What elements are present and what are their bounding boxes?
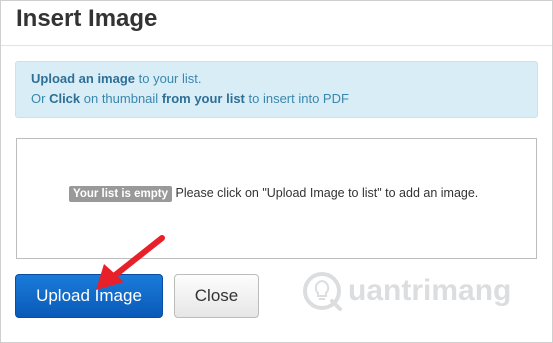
info-line-2-rest: to insert into PDF bbox=[244, 91, 349, 106]
close-button[interactable]: Close bbox=[174, 274, 259, 318]
info-line-2-prefix: Or bbox=[31, 91, 50, 106]
info-upload-link: Upload an image bbox=[31, 71, 136, 86]
dialog-title: Insert Image bbox=[16, 5, 158, 32]
info-line-1: Upload an image to your list. bbox=[31, 69, 522, 89]
info-click-text: Click bbox=[49, 91, 81, 106]
watermark-logo-icon bbox=[303, 272, 342, 311]
annotation-arrow-icon bbox=[96, 235, 165, 290]
dialog-header: Insert Image bbox=[1, 1, 552, 46]
info-from-list-text: from your list bbox=[161, 91, 245, 106]
watermark: uantrimang bbox=[300, 266, 530, 316]
info-alert: Upload an image to your list. Or Click o… bbox=[15, 61, 538, 118]
empty-list-badge: Your list is empty bbox=[69, 186, 173, 202]
info-line-1-text: to your list. bbox=[135, 71, 202, 86]
watermark-text: uantrimang bbox=[348, 274, 512, 307]
info-line-2-mid: on thumbnail bbox=[80, 91, 162, 106]
empty-list-text: Please click on "Upload Image to list" t… bbox=[172, 186, 479, 200]
empty-list-message: Your list is empty Please click on "Uplo… bbox=[69, 185, 478, 202]
info-line-2: Or Click on thumbnail from your list to … bbox=[31, 89, 522, 109]
